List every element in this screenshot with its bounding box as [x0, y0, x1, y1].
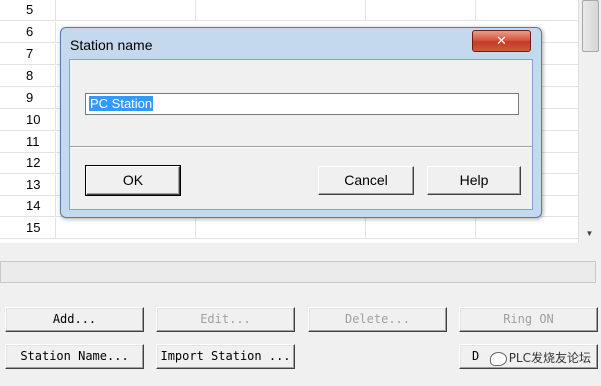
scrollbar-thumb[interactable] [582, 0, 599, 52]
wechat-icon [489, 351, 507, 366]
grid-cell[interactable] [56, 218, 196, 238]
row-number: 13 [0, 175, 56, 195]
grid-cell[interactable] [196, 0, 366, 20]
grid-cell[interactable] [366, 0, 476, 20]
watermark: PLC发烧友论坛 [489, 349, 591, 366]
dialog-title: Station name [70, 37, 153, 53]
station-name-input[interactable]: PC Station [85, 93, 519, 115]
row-number: 6 [0, 22, 56, 42]
watermark-text: PLC发烧友论坛 [508, 351, 591, 365]
row-number: 8 [0, 66, 56, 86]
status-bar [0, 261, 596, 283]
grid-cell[interactable] [196, 218, 366, 238]
dialog-client-area: PC Station OK Cancel Help [69, 59, 533, 210]
edit-button[interactable]: Edit... [156, 307, 295, 332]
scroll-down-arrow-icon[interactable]: ▼ [583, 229, 596, 239]
close-icon[interactable]: ✕ [472, 30, 531, 52]
help-button[interactable]: Help [427, 166, 521, 195]
add-button[interactable]: Add... [5, 307, 144, 332]
row-number: 14 [0, 196, 56, 216]
grid-row[interactable]: 15 [0, 218, 578, 239]
row-number: 9 [0, 88, 56, 108]
row-number: 12 [0, 153, 56, 173]
row-number: 15 [0, 218, 56, 238]
row-number: 11 [0, 132, 56, 152]
dialog-separator [70, 146, 532, 148]
station-name-dialog: Station name ✕ PC Station OK Cancel Help [60, 27, 542, 218]
vertical-scrollbar[interactable]: ▼ [578, 0, 600, 243]
row-number: 10 [0, 110, 56, 130]
ring-on-button[interactable]: Ring ON [459, 307, 598, 332]
row-number: 7 [0, 44, 56, 64]
dialog-titlebar[interactable]: Station name ✕ [61, 28, 541, 60]
cancel-button[interactable]: Cancel [318, 166, 414, 195]
station-name-button[interactable]: Station Name... [5, 344, 144, 369]
grid-cell[interactable] [56, 0, 196, 20]
partial-button-label: D [472, 349, 480, 363]
selected-text: PC Station [89, 96, 154, 111]
delete-button[interactable]: Delete... [308, 307, 447, 332]
grid-row[interactable]: 5 [0, 0, 578, 21]
row-number: 5 [0, 0, 56, 20]
grid-cell[interactable] [366, 218, 476, 238]
ok-button[interactable]: OK [85, 165, 181, 196]
import-station-button[interactable]: Import Station ... [156, 344, 295, 369]
